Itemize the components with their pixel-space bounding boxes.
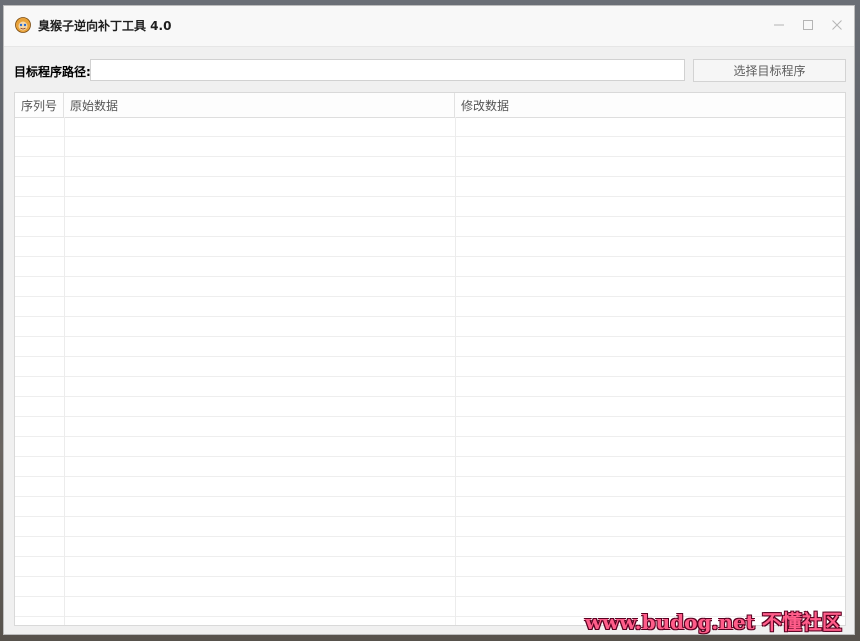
patch-table[interactable]: 序列号 原始数据 修改数据	[14, 92, 846, 626]
column-divider	[455, 117, 456, 625]
maximize-icon	[803, 20, 813, 30]
column-header-original[interactable]: 原始数据	[64, 93, 455, 117]
table-header: 序列号 原始数据 修改数据	[15, 93, 845, 118]
close-button[interactable]	[826, 14, 848, 36]
title-bar[interactable]: 臭猴子逆向补丁工具 4.0	[4, 6, 854, 47]
minimize-icon	[774, 24, 784, 26]
column-header-serial[interactable]: 序列号	[15, 93, 64, 117]
monkey-app-icon	[15, 17, 31, 33]
target-path-input[interactable]	[90, 59, 685, 81]
target-path-label: 目标程序路径:	[14, 65, 91, 79]
select-target-button[interactable]: 选择目标程序	[693, 59, 846, 82]
app-window: 臭猴子逆向补丁工具 4.0 目标程序路径: 选择目标程序 序列号 原始数据 修改…	[3, 5, 855, 635]
maximize-button[interactable]	[797, 14, 819, 36]
close-icon	[832, 20, 842, 30]
site-watermark: www.budog.net 不懂社区	[585, 610, 842, 634]
minimize-button[interactable]	[768, 14, 790, 36]
window-title: 臭猴子逆向补丁工具 4.0	[38, 19, 172, 33]
column-header-modified[interactable]: 修改数据	[455, 93, 845, 117]
column-divider	[64, 117, 65, 625]
table-body[interactable]	[15, 117, 845, 625]
